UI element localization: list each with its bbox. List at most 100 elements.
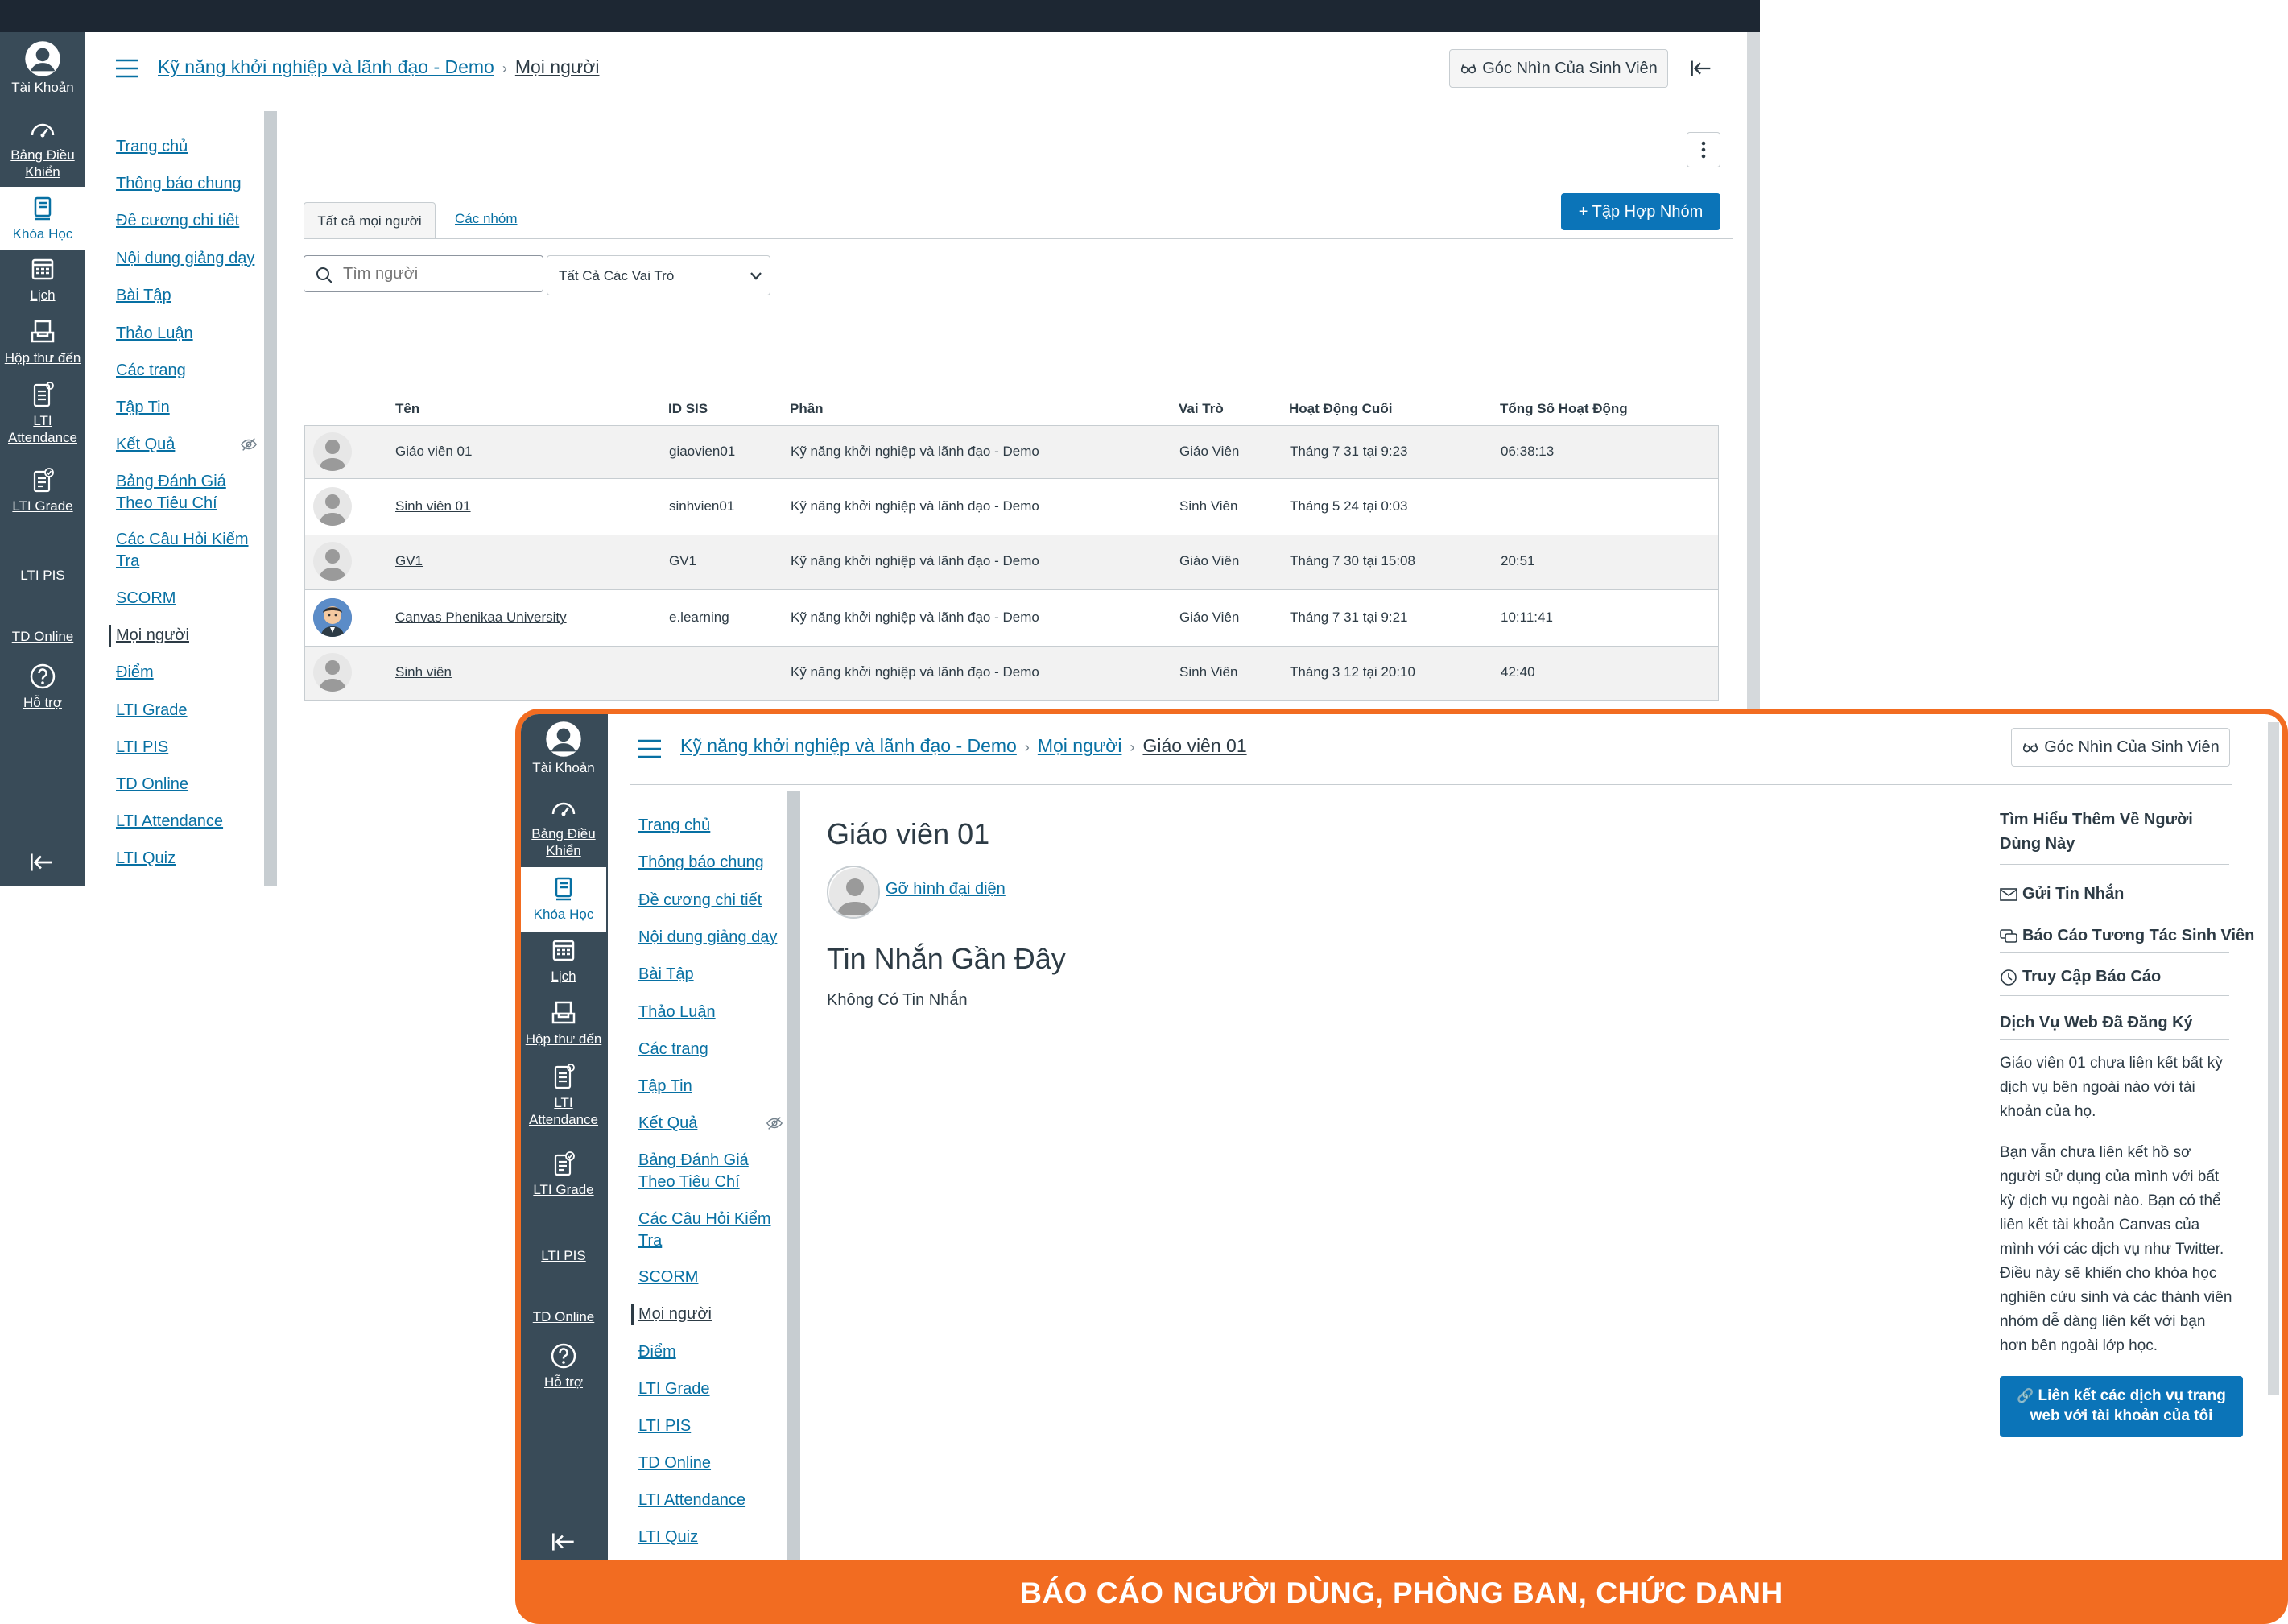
access-report-link[interactable]: Truy Cập Báo Cáo	[2000, 968, 2161, 986]
course-nav-files[interactable]: Tập Tin	[638, 1076, 692, 1097]
avatar[interactable]	[313, 653, 352, 692]
profile-avatar[interactable]	[827, 866, 880, 919]
course-nav-lti-grade[interactable]: LTI Grade	[638, 1378, 710, 1400]
course-nav-home[interactable]: Trang chủ	[638, 815, 710, 837]
course-nav-lti-pis[interactable]: LTI PIS	[638, 1415, 691, 1437]
course-nav-lti-quiz[interactable]: LTI Quiz	[116, 848, 176, 870]
user-name-link[interactable]: GV1	[395, 553, 423, 569]
course-nav-lti-quiz[interactable]: LTI Quiz	[638, 1527, 698, 1548]
course-nav-discussions[interactable]: Thảo Luận	[116, 323, 193, 345]
course-nav-syllabus[interactable]: Đề cương chi tiết	[116, 210, 239, 232]
global-nav-td-online[interactable]: TD Online	[0, 628, 85, 652]
course-nav-announcements[interactable]: Thông báo chung	[638, 852, 764, 874]
global-nav-lti-pis[interactable]: LTI PIS	[0, 567, 85, 591]
course-nav-content[interactable]: Nội dung giảng dạy	[638, 927, 777, 948]
global-nav-courses[interactable]: Khóa Học	[0, 187, 85, 250]
user-name-link[interactable]: Canvas Phenikaa University	[395, 610, 567, 626]
course-nav-scrollbar[interactable]	[787, 791, 800, 1560]
column-header-section[interactable]: Phần	[790, 401, 824, 417]
column-header-name[interactable]: Tên	[395, 401, 419, 417]
course-nav-content[interactable]: Nội dung giảng dạy	[116, 248, 254, 270]
course-nav-assignments[interactable]: Bài Tập	[116, 285, 171, 307]
collapse-nav-icon[interactable]	[27, 847, 57, 878]
user-name-link[interactable]: Giáo viên 01	[395, 444, 472, 460]
collapse-sidebar-icon[interactable]	[1687, 55, 1715, 82]
global-nav-lti-grade[interactable]: LTI Grade	[0, 465, 85, 522]
course-nav-rubrics[interactable]: Bảng Đánh Giá Theo Tiêu Chí	[638, 1150, 767, 1193]
link-web-services-button[interactable]: 🔗 Liên kết các dịch vụ trang web với tài…	[2000, 1376, 2243, 1437]
help-question-icon	[28, 662, 57, 691]
global-nav-lti-attendance[interactable]: LTI Attendance	[521, 1062, 606, 1136]
role-filter-select[interactable]: Tất Cả Các Vai Trò	[547, 255, 770, 295]
user-name-link[interactable]: Sinh viên	[395, 664, 452, 680]
column-header-sis[interactable]: ID SIS	[668, 401, 708, 417]
global-nav-courses[interactable]: Khóa Học	[521, 867, 606, 932]
interaction-report-link[interactable]: Báo Cáo Tương Tác Sinh Viên	[2000, 927, 2254, 945]
student-view-button[interactable]: Góc Nhìn Của Sinh Viên	[2011, 728, 2230, 767]
breadcrumb-people-link[interactable]: Mọi người	[1038, 735, 1122, 756]
global-nav-account[interactable]: Tài Khoản	[0, 40, 85, 105]
course-nav-lti-attendance[interactable]: LTI Attendance	[638, 1490, 745, 1511]
search-input[interactable]	[343, 262, 536, 285]
tab-all-people[interactable]: Tất cả mọi người	[304, 202, 436, 238]
global-nav-dashboard[interactable]: Bảng Điều Khiển	[521, 793, 606, 858]
course-nav-lti-grade[interactable]: LTI Grade	[116, 700, 188, 721]
kebab-menu-button[interactable]	[1687, 132, 1720, 167]
global-nav-inbox[interactable]: Hộp thư đến	[0, 317, 85, 374]
column-header-last-activity[interactable]: Hoạt Động Cuối	[1289, 401, 1392, 417]
global-nav-help[interactable]: Hỗ trợ	[521, 1341, 606, 1398]
global-nav-lti-grade[interactable]: LTI Grade	[521, 1149, 606, 1205]
avatar[interactable]	[313, 432, 352, 471]
course-nav-rubrics[interactable]: Bảng Đánh Giá Theo Tiêu Chí	[116, 471, 245, 514]
breadcrumb-current[interactable]: Mọi người	[515, 56, 600, 77]
course-nav-lti-pis[interactable]: LTI PIS	[116, 737, 168, 758]
course-nav-files[interactable]: Tập Tin	[116, 397, 170, 419]
course-nav-scrollbar[interactable]	[264, 111, 277, 886]
course-nav-pages[interactable]: Các trang	[116, 360, 186, 382]
global-nav-lti-pis[interactable]: LTI PIS	[521, 1247, 606, 1271]
global-nav-td-online[interactable]: TD Online	[521, 1308, 606, 1333]
avatar[interactable]	[313, 542, 352, 581]
course-nav-outcomes[interactable]: Kết Quả	[116, 434, 175, 456]
page-scrollbar[interactable]	[2268, 722, 2279, 1395]
course-nav-scorm[interactable]: SCORM	[116, 588, 176, 610]
course-nav-lti-attendance[interactable]: LTI Attendance	[116, 811, 223, 833]
send-message-link[interactable]: Gửi Tin Nhắn	[2000, 885, 2124, 903]
column-header-role[interactable]: Vai Trò	[1179, 401, 1224, 417]
global-nav-label: Hỗ trợ	[544, 1374, 583, 1390]
user-name-link[interactable]: Sinh viên 01	[395, 498, 471, 514]
global-nav-dashboard[interactable]: Bảng Điều Khiển	[0, 114, 85, 180]
course-nav-syllabus[interactable]: Đề cương chi tiết	[638, 890, 762, 911]
breadcrumb-current[interactable]: Giáo viên 01	[1142, 735, 1246, 756]
global-nav-inbox[interactable]: Hộp thư đến	[521, 998, 606, 1055]
course-nav-grades[interactable]: Điểm	[638, 1341, 676, 1363]
avatar[interactable]	[313, 487, 352, 526]
course-nav-td-online[interactable]: TD Online	[116, 774, 188, 795]
global-nav-calendar[interactable]: Lịch	[521, 936, 606, 992]
course-nav-home[interactable]: Trang chủ	[116, 136, 188, 158]
course-nav-announcements[interactable]: Thông báo chung	[116, 173, 242, 195]
global-nav-calendar[interactable]: Lịch	[0, 254, 85, 311]
remove-avatar-link[interactable]: Gỡ hình đại diện	[886, 880, 1006, 899]
course-nav-people[interactable]: Mọi người	[631, 1304, 712, 1325]
column-header-total-activity[interactable]: Tổng Số Hoạt Động	[1500, 401, 1628, 417]
course-nav-discussions[interactable]: Thảo Luận	[638, 1002, 716, 1023]
course-nav-td-online[interactable]: TD Online	[638, 1453, 711, 1474]
collapse-nav-icon[interactable]	[548, 1527, 579, 1557]
course-nav-grades[interactable]: Điểm	[116, 662, 154, 684]
course-nav-assignments[interactable]: Bài Tập	[638, 964, 694, 986]
avatar[interactable]	[313, 598, 352, 637]
course-nav-question-banks[interactable]: Các Câu Hỏi Kiểm Tra	[116, 529, 253, 572]
global-nav-help[interactable]: Hỗ trợ	[0, 662, 85, 718]
global-nav-account[interactable]: Tài Khoản	[521, 721, 606, 785]
course-nav-people[interactable]: Mọi người	[109, 625, 189, 647]
global-nav-lti-attendance[interactable]: LTI Attendance	[0, 380, 85, 454]
course-nav-question-banks[interactable]: Các Câu Hỏi Kiểm Tra	[638, 1209, 775, 1252]
student-view-button[interactable]: Góc Nhìn Của Sinh Viên	[1449, 49, 1668, 88]
tab-groups[interactable]: Các nhóm	[455, 211, 517, 227]
add-group-set-button[interactable]: + Tập Hợp Nhóm	[1561, 193, 1720, 230]
course-nav-scorm[interactable]: SCORM	[638, 1267, 698, 1288]
course-nav-pages[interactable]: Các trang	[638, 1039, 708, 1060]
search-people-field[interactable]	[304, 255, 543, 292]
course-nav-outcomes[interactable]: Kết Quả	[638, 1113, 697, 1134]
